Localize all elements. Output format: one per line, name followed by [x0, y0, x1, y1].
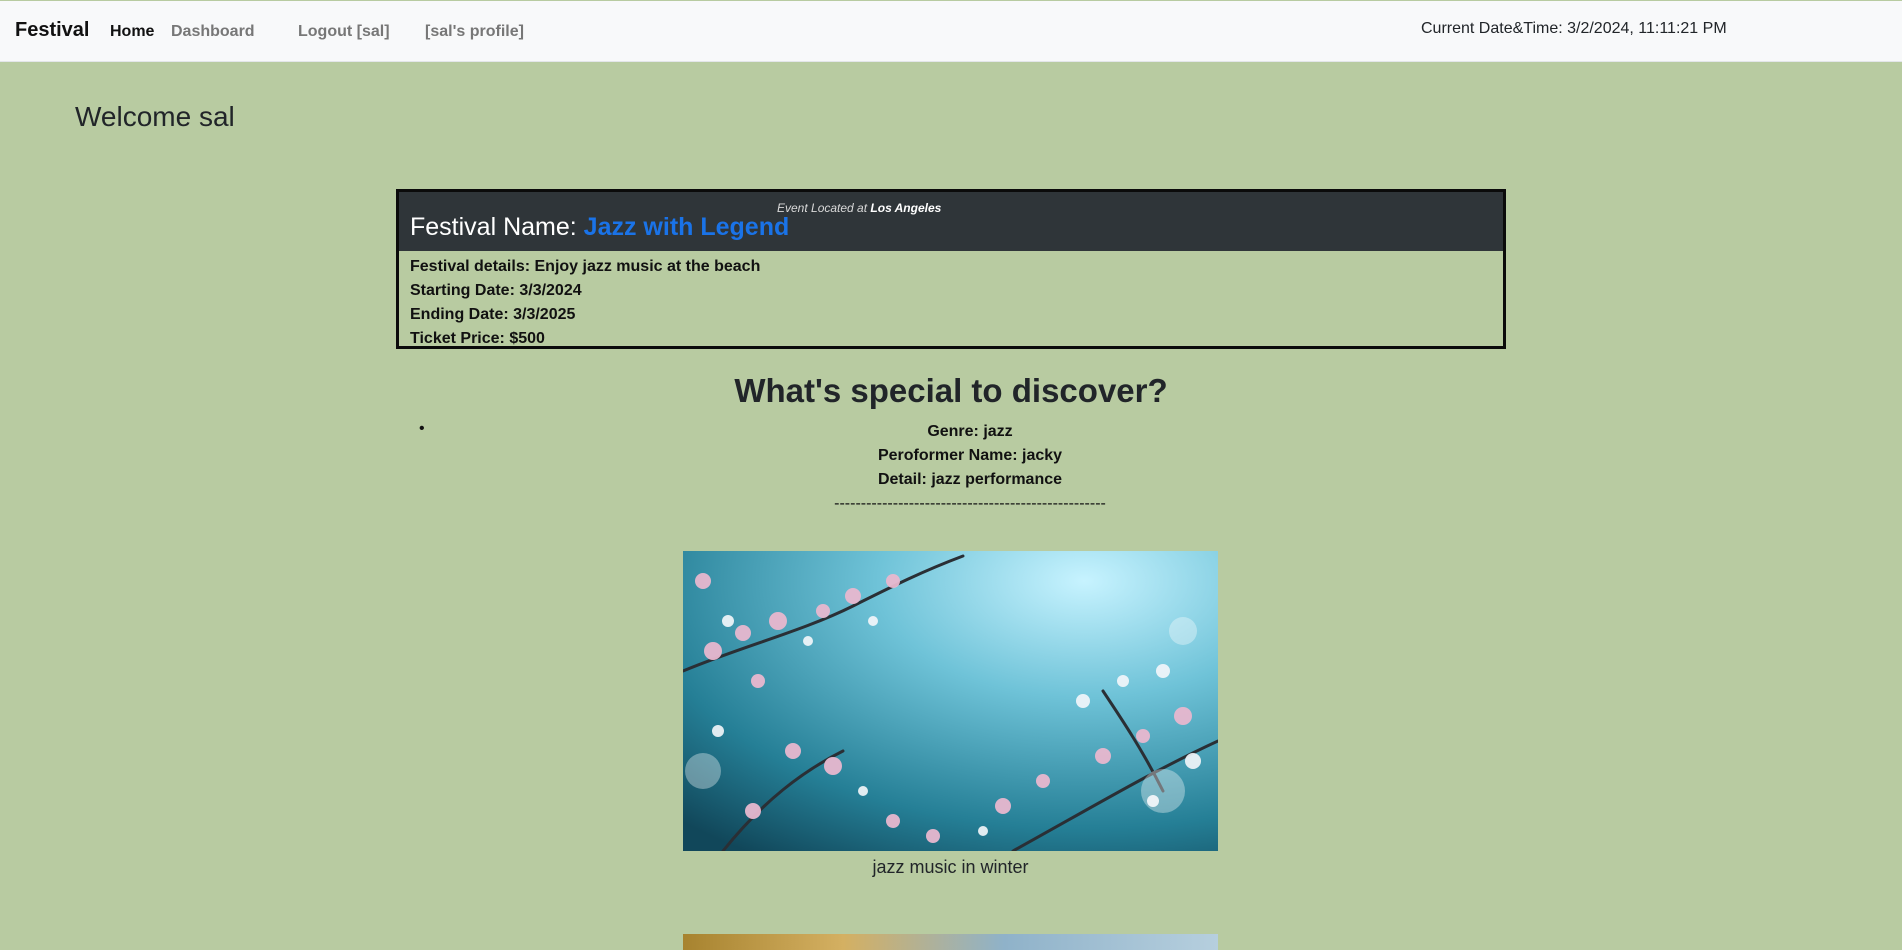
list-bullet: •: [419, 420, 425, 437]
nav-dashboard-link[interactable]: Dashboard: [171, 23, 255, 41]
festival-name-value: Jazz with Legend: [583, 213, 790, 241]
navbar: Festival Home Dashboard Logout [sal] [sa…: [0, 1, 1902, 62]
event-location-prefix: Event Located at: [777, 201, 868, 215]
performance-genre: Genre: jazz: [927, 423, 1013, 440]
nav-home-link[interactable]: Home: [110, 23, 154, 41]
welcome-heading: Welcome sal: [75, 101, 235, 132]
festival-name: Festival Name: Jazz with Legend: [410, 213, 789, 242]
festival-name-label: Festival Name:: [410, 213, 577, 241]
performance-list-item: Genre: jazz Peroformer Name: jacky Detai…: [440, 420, 1500, 516]
festival-end-date: Ending Date: 3/3/2025: [410, 306, 576, 323]
festival-card: Event Located at Los Angeles Festival Na…: [396, 189, 1506, 349]
current-datetime: Current Date&Time: 3/2/2024, 11:11:21 PM: [1421, 20, 1727, 37]
festival-details: Festival details: Enjoy jazz music at th…: [410, 258, 761, 275]
brand-link[interactable]: Festival: [15, 19, 89, 42]
performance-divider: ----------------------------------------…: [834, 495, 1106, 512]
event-location-city: Los Angeles: [870, 201, 942, 215]
nav-logout-link[interactable]: Logout [sal]: [298, 23, 390, 41]
discover-heading: What's special to discover?: [734, 372, 1168, 409]
performance-performer: Peroformer Name: jacky: [877, 447, 1063, 464]
event-location: Event Located at Los Angeles: [777, 201, 941, 215]
festival-card-header: Event Located at Los Angeles Festival Na…: [399, 192, 1503, 251]
festival-ticket-price: Ticket Price: $500: [410, 330, 545, 347]
nav-profile-link[interactable]: [sal's profile]: [425, 23, 524, 41]
performance-image: [683, 551, 1218, 851]
performance-detail: Detail: jazz performance: [877, 471, 1063, 488]
festival-card-body: Festival details: Enjoy jazz music at th…: [410, 255, 760, 351]
festival-start-date: Starting Date: 3/3/2024: [410, 282, 582, 299]
performance-image-caption: jazz music in winter: [872, 857, 1029, 877]
next-performance-image: [683, 934, 1218, 950]
